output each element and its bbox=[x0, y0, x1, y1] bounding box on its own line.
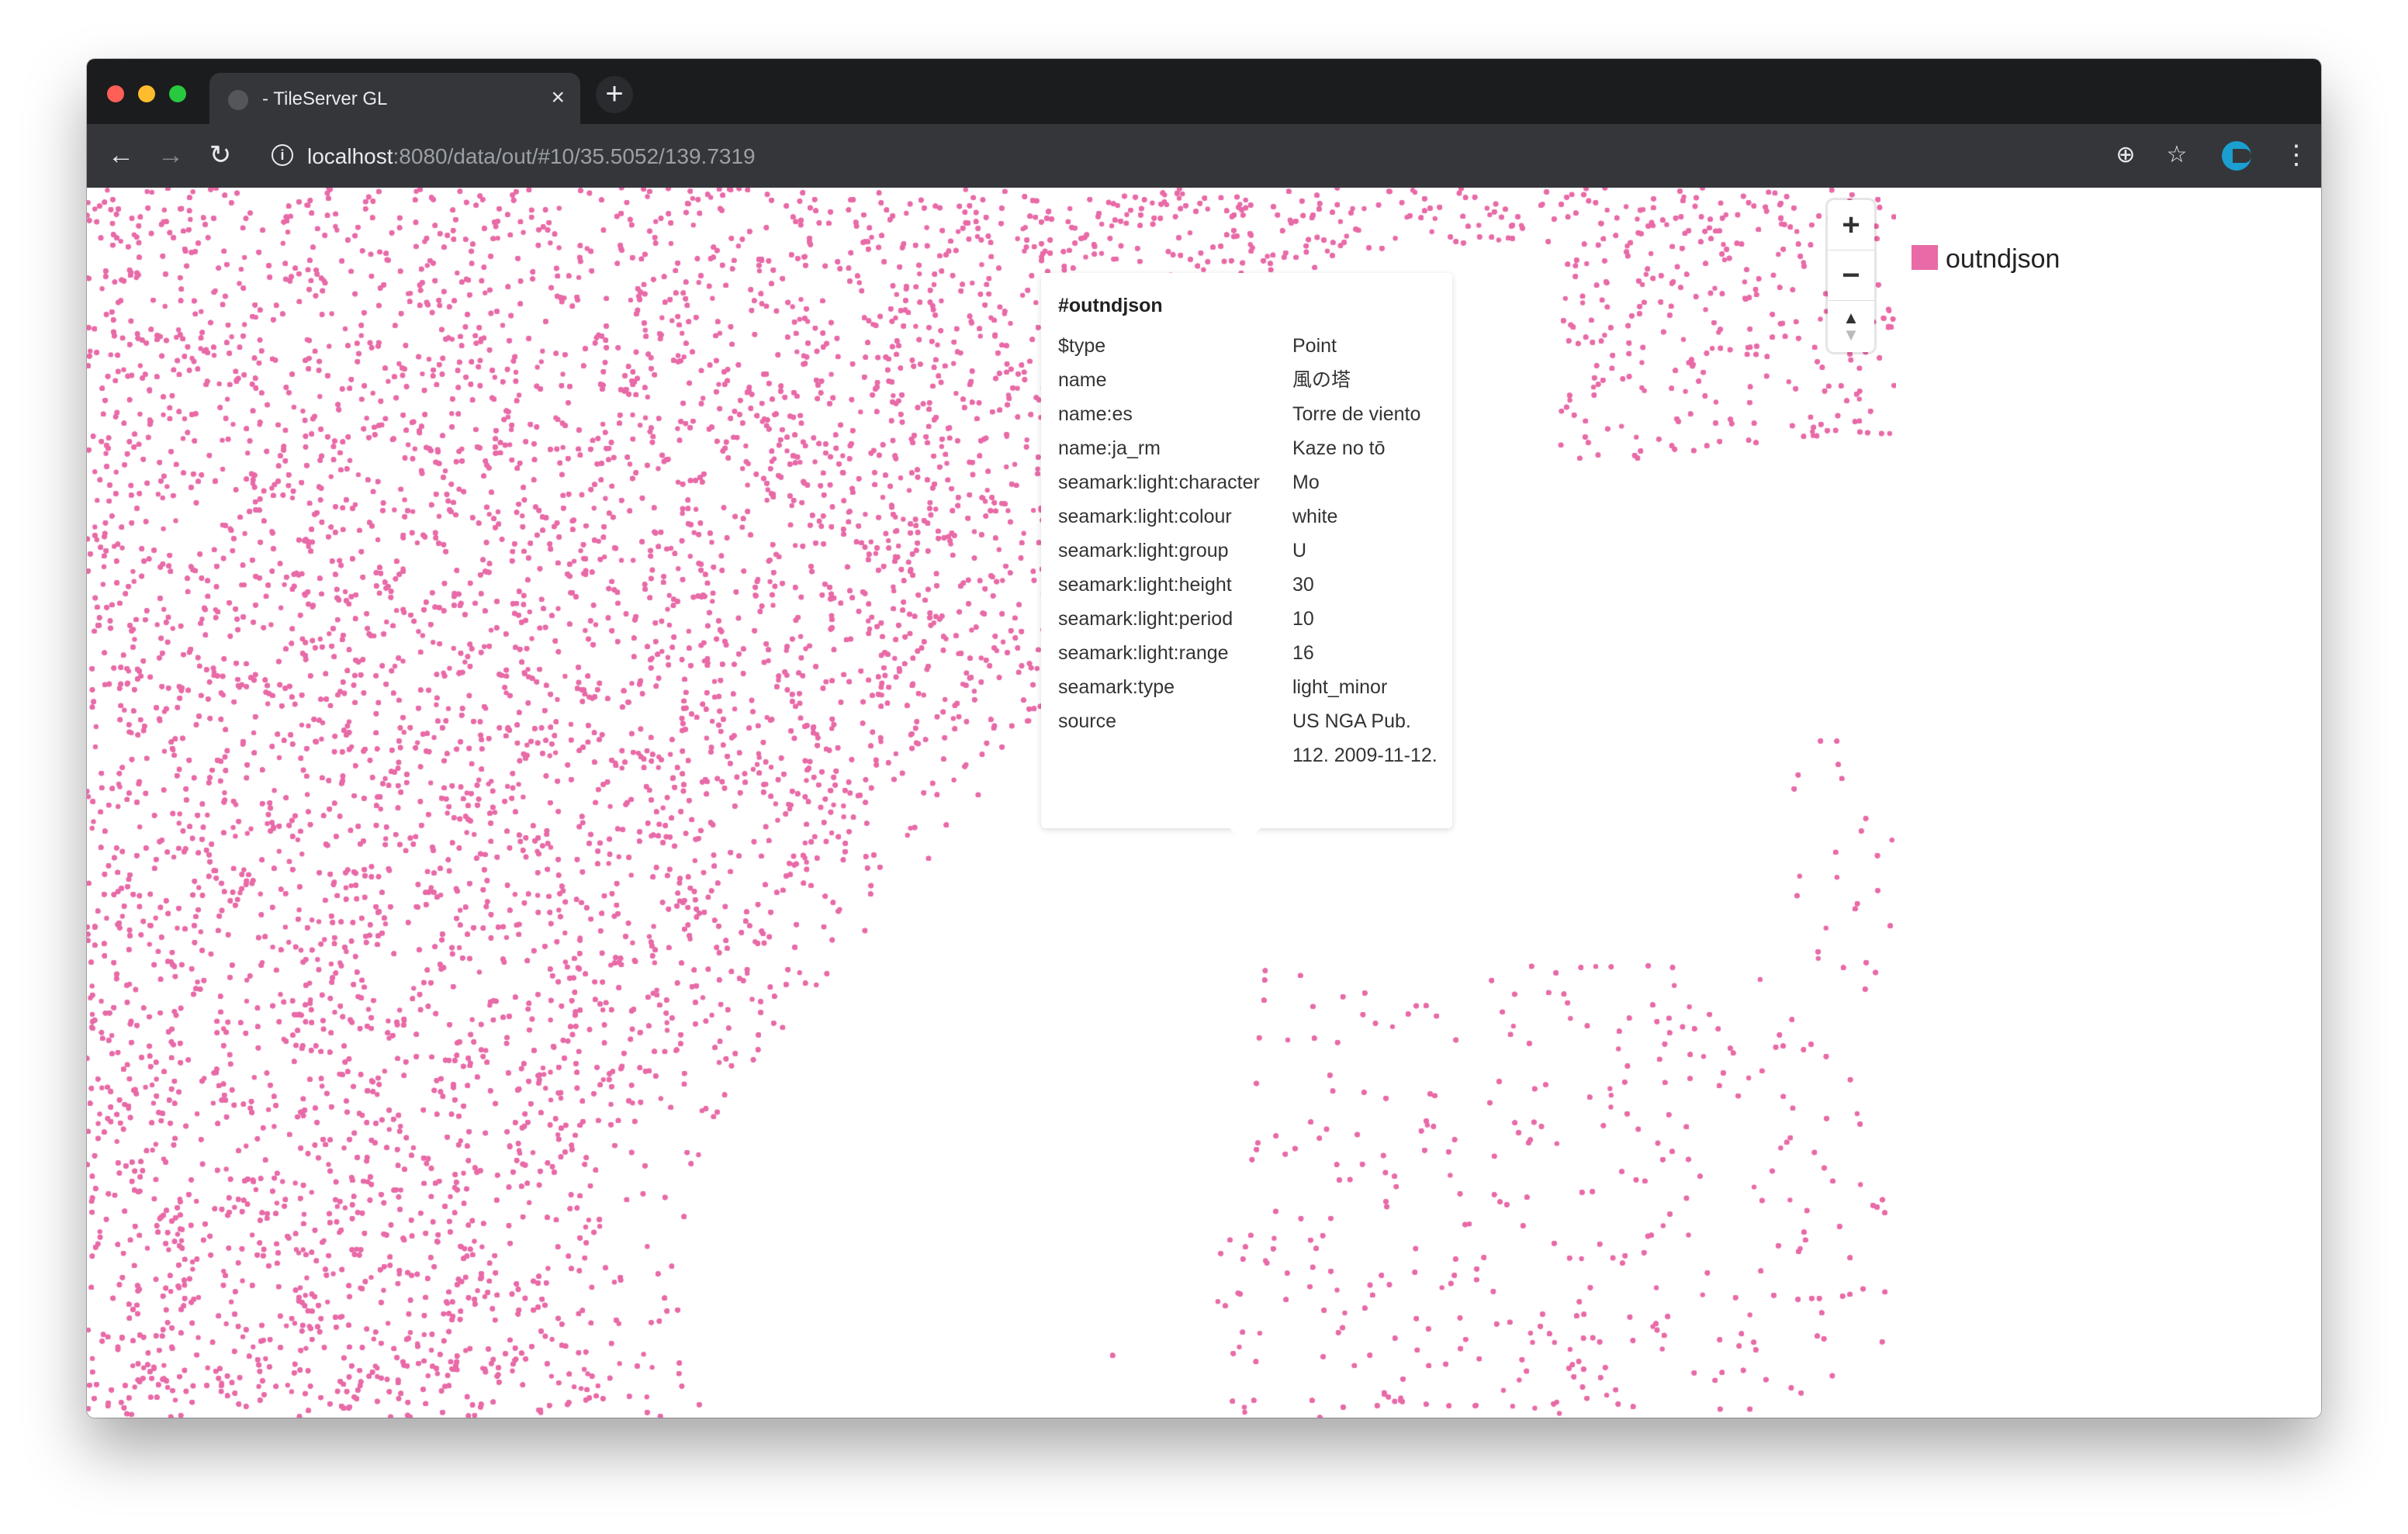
property-row: seamark:light:group U bbox=[1058, 534, 1446, 568]
property-row: source US NGA Pub. 112. 2009-11-12. bbox=[1058, 704, 1446, 772]
property-row: seamark:light:range 16 bbox=[1058, 636, 1446, 670]
property-key: source bbox=[1058, 710, 1117, 732]
property-row: name:ja_rm Kaze no tō bbox=[1058, 431, 1446, 465]
zoom-in-button[interactable]: + bbox=[1828, 200, 1874, 250]
url-text[interactable]: localhost:8080/data/out/#10/35.5052/139.… bbox=[307, 144, 756, 169]
property-key: seamark:light:colour bbox=[1058, 506, 1232, 527]
zoom-out-button[interactable]: − bbox=[1828, 250, 1874, 301]
property-key: seamark:type bbox=[1058, 676, 1175, 698]
property-value: 風の塔 bbox=[1292, 369, 1351, 391]
more-menu-icon[interactable]: ⋮ bbox=[2276, 135, 2316, 175]
property-value: 16 bbox=[1292, 642, 1314, 664]
tab-title: - TileServer GL bbox=[262, 88, 388, 109]
property-value: 10 bbox=[1292, 608, 1314, 630]
tab-bar: - TileServer GL × + bbox=[87, 59, 2321, 124]
close-tab-icon[interactable]: × bbox=[551, 84, 565, 112]
maximize-window-button[interactable] bbox=[169, 85, 186, 102]
property-key: name:ja_rm bbox=[1058, 437, 1161, 459]
address-bar[interactable]: i localhost:8080/data/out/#10/35.5052/13… bbox=[258, 133, 2181, 178]
legend-swatch bbox=[1912, 245, 1938, 270]
map-points-layer[interactable] bbox=[87, 188, 1896, 1418]
property-key: seamark:light:height bbox=[1058, 574, 1232, 596]
page-viewport: + − ▲ ▼ #outndjson $type Point name 風の塔 name… bbox=[87, 188, 2321, 1418]
compass-south-icon: ▼ bbox=[1842, 325, 1860, 344]
property-row: seamark:light:character Mo bbox=[1058, 465, 1446, 499]
property-row: name:es Torre de viento bbox=[1058, 397, 1446, 431]
back-arrow-icon[interactable]: ← bbox=[101, 135, 141, 175]
property-value: 30 bbox=[1292, 574, 1314, 596]
navigation-control: + − ▲ ▼ bbox=[1828, 200, 1874, 352]
property-value: Torre de viento bbox=[1292, 403, 1421, 425]
property-row: $type Point bbox=[1058, 329, 1446, 363]
globe-icon bbox=[228, 90, 248, 110]
popup-heading: #outndjson bbox=[1058, 295, 1163, 316]
property-value: Point bbox=[1292, 335, 1337, 357]
zoom-magnifier-icon[interactable]: ⊕ bbox=[2105, 135, 2146, 175]
site-info-icon[interactable]: i bbox=[272, 144, 293, 166]
compass-button[interactable]: ▲ ▼ bbox=[1828, 301, 1874, 352]
property-row: seamark:light:period 10 bbox=[1058, 602, 1446, 636]
popup-tip bbox=[1230, 828, 1261, 842]
property-row: seamark:light:height 30 bbox=[1058, 568, 1446, 602]
property-key: name bbox=[1058, 369, 1107, 391]
reload-icon[interactable]: ↻ bbox=[200, 135, 240, 175]
browser-window: - TileServer GL × + ← → ↻ i localhost:80… bbox=[87, 59, 2321, 1418]
feature-popup: #outndjson $type Point name 風の塔 name:es Torre… bbox=[1041, 273, 1452, 842]
property-value: Kaze no tō bbox=[1292, 437, 1386, 459]
legend-label: outndjson bbox=[1946, 244, 2060, 274]
property-value: light_minor bbox=[1292, 676, 1388, 698]
property-row: name 風の塔 bbox=[1058, 363, 1446, 397]
property-row: seamark:type light_minor bbox=[1058, 670, 1446, 704]
property-row: seamark:light:colour white bbox=[1058, 499, 1446, 534]
minimize-window-button[interactable] bbox=[138, 85, 155, 102]
property-key: seamark:light:group bbox=[1058, 540, 1229, 561]
property-key: seamark:light:range bbox=[1058, 642, 1229, 664]
profile-avatar[interactable] bbox=[2222, 141, 2251, 171]
property-key: seamark:light:period bbox=[1058, 608, 1233, 630]
properties-table: $type Point name 風の塔 name:es Torre de viento n… bbox=[1058, 329, 1446, 772]
bookmark-star-icon[interactable]: ☆ bbox=[2157, 135, 2197, 175]
property-value: U bbox=[1292, 540, 1307, 561]
map[interactable]: + − ▲ ▼ #outndjson $type Point name 風の塔 name… bbox=[87, 188, 1896, 1418]
browser-tab[interactable]: - TileServer GL × bbox=[209, 73, 580, 124]
browser-toolbar: ← → ↻ i localhost:8080/data/out/#10/35.5… bbox=[87, 124, 2321, 188]
property-key: name:es bbox=[1058, 403, 1133, 425]
close-window-button[interactable] bbox=[107, 85, 124, 102]
property-value: US NGA Pub. 112. 2009-11-12. bbox=[1292, 710, 1438, 766]
property-key: seamark:light:character bbox=[1058, 472, 1260, 493]
property-value: Mo bbox=[1292, 472, 1320, 493]
forward-arrow-icon[interactable]: → bbox=[150, 135, 191, 175]
new-tab-button[interactable]: + bbox=[596, 76, 633, 113]
property-value: white bbox=[1292, 506, 1338, 527]
property-key: $type bbox=[1058, 335, 1106, 357]
